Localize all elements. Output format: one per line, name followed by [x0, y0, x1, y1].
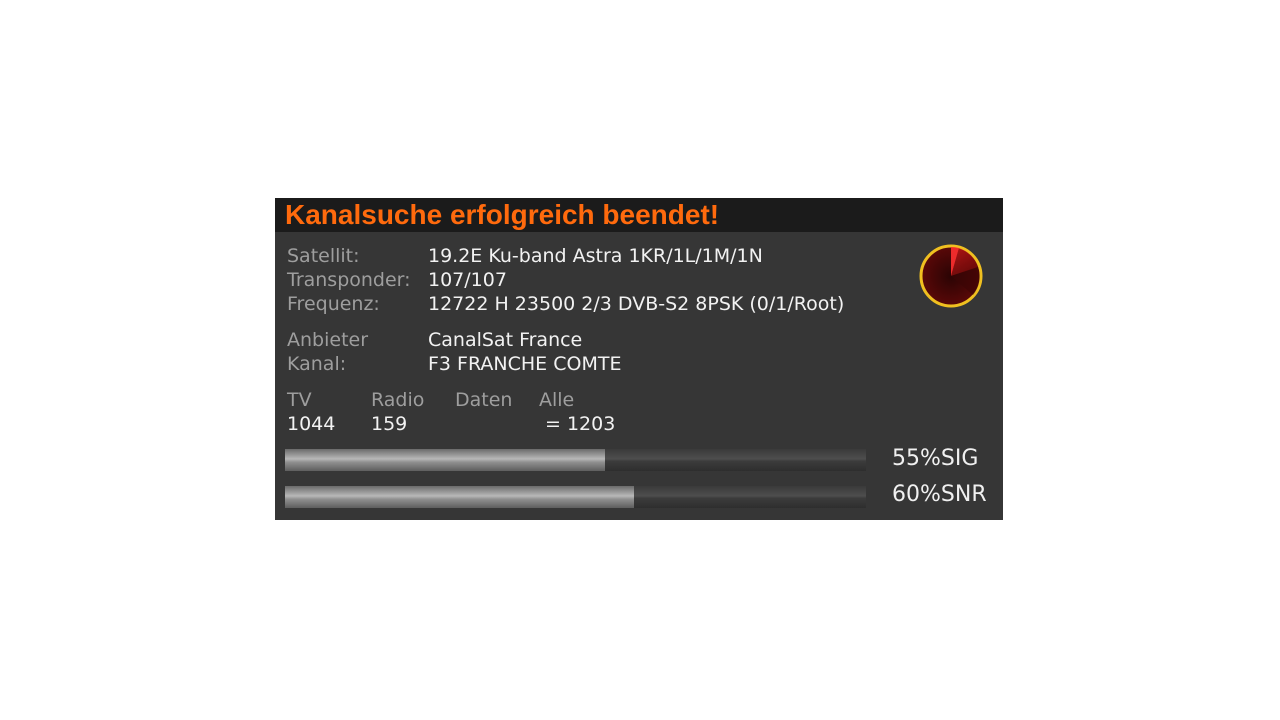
- radar-icon: [919, 244, 983, 308]
- provider-label: Anbieter: [287, 329, 369, 351]
- scan-result-dialog: Kanalsuche erfolgreich beendet! Satellit…: [275, 198, 1003, 520]
- dialog-titlebar: Kanalsuche erfolgreich beendet!: [275, 198, 1003, 232]
- signal-strength-fill: [285, 449, 605, 471]
- frequency-label: Frequenz:: [287, 293, 380, 315]
- signal-strength-text: 55%SIG: [892, 446, 979, 471]
- transponder-label: Transponder:: [287, 269, 411, 291]
- snr-bar: [285, 486, 866, 508]
- channel-label: Kanal:: [287, 353, 347, 375]
- signal-strength-bar: [285, 449, 866, 471]
- satellite-label: Satellit:: [287, 245, 360, 267]
- frequency-value: 12722 H 23500 2/3 DVB-S2 8PSK (0/1/Root): [428, 293, 845, 315]
- channel-value: F3 FRANCHE COMTE: [428, 353, 622, 375]
- snr-text: 60%SNR: [892, 482, 987, 507]
- radio-count-label: Radio: [371, 389, 425, 411]
- dialog-title: Kanalsuche erfolgreich beendet!: [285, 199, 720, 230]
- tv-count-label: TV: [287, 389, 312, 411]
- snr-fill: [285, 486, 634, 508]
- all-count-value: = 1203: [545, 413, 616, 435]
- satellite-value: 19.2E Ku-band Astra 1KR/1L/1M/1N: [428, 245, 763, 267]
- provider-value: CanalSat France: [428, 329, 583, 351]
- data-count-label: Daten: [455, 389, 513, 411]
- transponder-value: 107/107: [428, 269, 507, 291]
- all-count-label: Alle: [539, 389, 575, 411]
- radio-count-value: 159: [371, 413, 408, 435]
- tv-count-value: 1044: [287, 413, 336, 435]
